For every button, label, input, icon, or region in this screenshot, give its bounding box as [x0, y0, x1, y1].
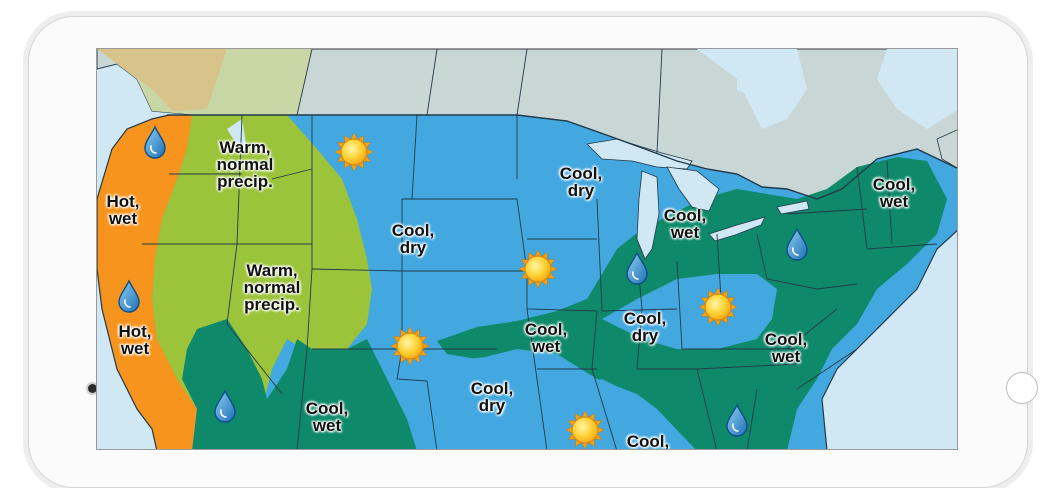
- region-label-mid-atlantic: Cool, wet: [764, 330, 808, 366]
- region-label-gulf: Cool,: [626, 432, 670, 450]
- forecast-map: Hot, wet Hot, wet Warm, normal precip. W…: [96, 48, 958, 450]
- region-label-california: Hot, wet: [118, 322, 152, 358]
- region-label-ohio-valley: Cool, dry: [623, 309, 667, 345]
- region-label-pacific-nw: Hot, wet: [106, 192, 140, 228]
- region-label-southern-plains: Cool, dry: [470, 379, 514, 415]
- region-label-northern-rockies: Warm, normal precip.: [216, 138, 274, 191]
- region-label-central-plains: Cool, wet: [524, 320, 568, 356]
- region-label-southwest: Cool, wet: [305, 399, 349, 435]
- home-button[interactable]: [1006, 372, 1038, 404]
- region-label-new-england: Cool, wet: [872, 175, 916, 211]
- region-label-great-lakes: Cool, wet: [663, 206, 707, 242]
- region-label-northern-plains: Cool, dry: [391, 221, 435, 257]
- region-label-upper-midwest: Cool, dry: [559, 164, 603, 200]
- region-label-central-rockies: Warm, normal precip.: [243, 261, 301, 314]
- forecast-map-svg: [97, 49, 957, 449]
